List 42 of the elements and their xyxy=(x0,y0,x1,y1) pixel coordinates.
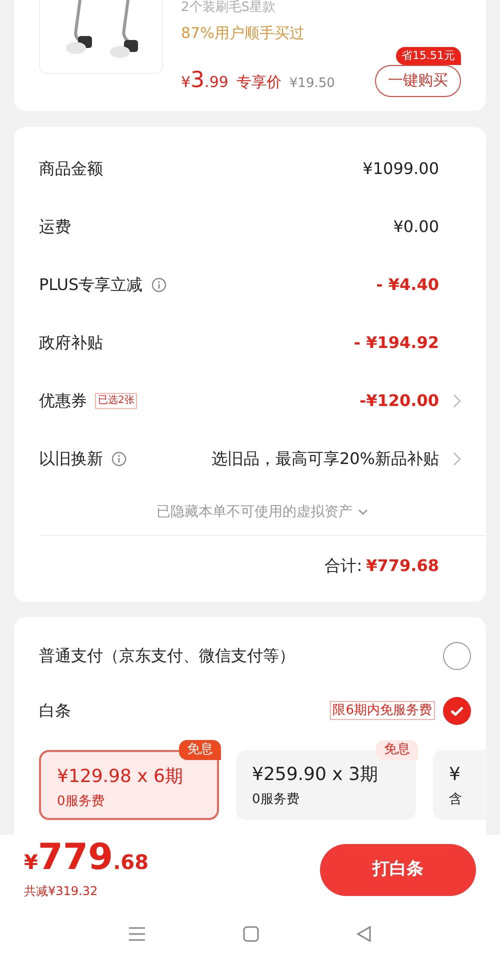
payment-method-label: 普通支付（京东支付、微信支付等） xyxy=(39,644,295,666)
total-price: ¥779.68 xyxy=(24,840,149,880)
row-value: -¥120.00 xyxy=(359,390,439,412)
chevron-right-icon[interactable] xyxy=(453,452,461,466)
radio-button[interactable] xyxy=(443,696,471,724)
product-subtitle: 2个装刷毛S星款 xyxy=(181,0,276,16)
interest-free-tag: 免息 xyxy=(376,740,418,760)
saved-amount: 共减¥319.32 xyxy=(24,882,99,900)
home-icon[interactable] xyxy=(242,926,259,942)
hidden-assets-notice[interactable]: 已隐藏本单不可使用的虚拟资产 xyxy=(156,502,352,522)
product-price: ¥3.99 xyxy=(181,66,228,94)
radio-button[interactable] xyxy=(443,642,471,670)
row-label: 政府补贴 xyxy=(39,332,103,354)
installment-option[interactable]: ¥ 含 xyxy=(433,750,486,820)
row-label: 运费 xyxy=(39,216,71,238)
interest-free-badge: 限6期内免服务费 xyxy=(330,701,435,720)
payment-method-label: 白条 xyxy=(39,700,71,722)
row-value: - ¥4.40 xyxy=(376,274,439,296)
info-icon[interactable] xyxy=(150,276,167,292)
row-value: 选旧品，最高可享20%新品补贴 xyxy=(211,448,439,470)
price-label: 专享价 xyxy=(236,72,282,92)
chevron-down-icon[interactable] xyxy=(356,508,368,516)
row-value: ¥0.00 xyxy=(393,216,439,238)
row-value: - ¥194.92 xyxy=(354,332,439,354)
back-icon[interactable] xyxy=(356,926,372,942)
row-label: 商品金额 xyxy=(39,158,103,180)
chevron-right-icon[interactable] xyxy=(453,394,461,408)
check-icon xyxy=(450,706,464,716)
save-badge: 省15.51元 xyxy=(396,46,461,64)
info-icon[interactable] xyxy=(111,450,127,466)
total-label: 合计: xyxy=(324,554,362,576)
row-label: 优惠券 xyxy=(39,390,87,412)
buy-rate-text: 87%用户顺手买过 xyxy=(181,23,304,44)
original-price: ¥19.50 xyxy=(289,74,335,92)
menu-icon[interactable] xyxy=(128,926,146,941)
pay-button[interactable]: 打白条 xyxy=(320,844,476,896)
total-value: ¥779.68 xyxy=(366,554,439,576)
row-label: PLUS专享立减 xyxy=(39,274,143,296)
coupon-badge: 已选2张 xyxy=(95,392,138,408)
interest-free-tag: 免息 xyxy=(179,740,221,760)
row-value: ¥1099.00 xyxy=(362,158,439,180)
row-label: 以旧换新 xyxy=(39,448,103,470)
